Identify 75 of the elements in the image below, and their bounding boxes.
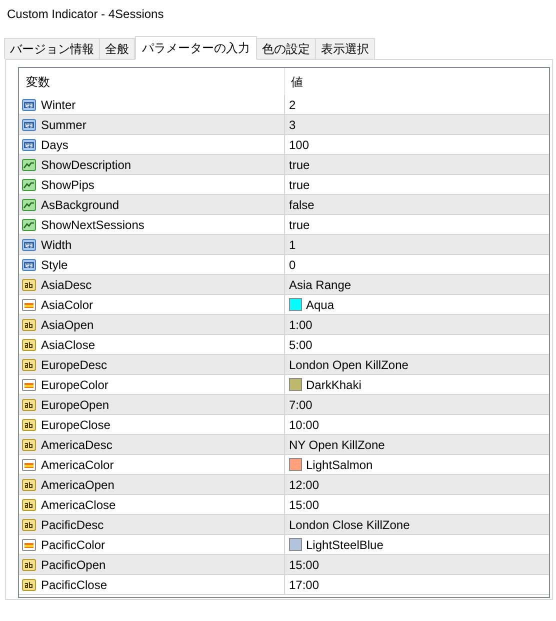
- tab[interactable]: バージョン情報: [4, 38, 100, 59]
- parameter-name: AsBackground: [41, 196, 120, 214]
- text-type-icon: [21, 276, 37, 292]
- tab[interactable]: 全般: [99, 38, 135, 59]
- number-type-icon: [21, 236, 37, 252]
- parameter-value[interactable]: 10:00: [289, 416, 320, 434]
- parameter-name: Winter: [41, 96, 76, 114]
- parameter-value[interactable]: 15:00: [289, 496, 320, 514]
- parameter-name: AsiaClose: [41, 336, 96, 354]
- window-title: Custom Indicator - 4Sessions: [7, 6, 164, 23]
- parameter-value[interactable]: DarkKhaki: [306, 376, 362, 394]
- text-type-icon: [21, 576, 37, 592]
- parameter-name: AsiaOpen: [41, 316, 94, 334]
- parameter-value[interactable]: 1: [289, 236, 296, 254]
- parameter-name: AmericaColor: [41, 456, 114, 474]
- parameter-name: EuropeClose: [41, 416, 110, 434]
- number-type-icon: [21, 116, 37, 132]
- parameter-value[interactable]: LightSteelBlue: [306, 536, 384, 554]
- tab[interactable]: パラメーターの入力: [135, 36, 257, 60]
- parameter-name: EuropeOpen: [41, 396, 110, 414]
- parameter-name: AmericaClose: [41, 496, 116, 514]
- switch-type-icon: [21, 156, 37, 172]
- column-header[interactable]: 値: [285, 68, 549, 95]
- parameter-value[interactable]: London Open KillZone: [289, 356, 408, 374]
- parameter-value[interactable]: 12:00: [289, 476, 320, 494]
- text-type-icon: [21, 496, 37, 512]
- parameter-name: AsiaDesc: [41, 276, 92, 294]
- parameter-value[interactable]: 3: [289, 116, 296, 134]
- parameter-name: Days: [41, 136, 68, 154]
- parameter-value[interactable]: 7:00: [289, 396, 312, 414]
- parameter-name: ShowPips: [41, 176, 94, 194]
- text-type-icon: [21, 436, 37, 452]
- parameter-value[interactable]: 15:00: [289, 556, 320, 574]
- text-type-icon: [21, 556, 37, 572]
- parameter-name: Style: [41, 256, 68, 274]
- parameter-name: ShowNextSessions: [41, 216, 144, 234]
- tab[interactable]: 表示選択: [315, 38, 375, 59]
- parameter-name: Summer: [41, 116, 86, 134]
- text-type-icon: [21, 516, 37, 532]
- parameter-name: PacificColor: [41, 536, 106, 554]
- parameter-value[interactable]: Aqua: [306, 296, 334, 314]
- parameter-value[interactable]: 100: [289, 136, 310, 154]
- parameter-name: PacificClose: [41, 576, 108, 594]
- parameter-name: AmericaOpen: [41, 476, 114, 494]
- text-type-icon: [21, 396, 37, 412]
- text-type-icon: [21, 416, 37, 432]
- parameter-name: ShowDescription: [41, 156, 132, 174]
- parameter-value[interactable]: NY Open KillZone: [289, 436, 385, 454]
- text-type-icon: [21, 336, 37, 352]
- text-type-icon: [21, 316, 37, 332]
- parameter-value[interactable]: true: [289, 216, 310, 234]
- parameter-value[interactable]: 1:00: [289, 316, 312, 334]
- text-type-icon: [21, 356, 37, 372]
- parameter-value[interactable]: true: [289, 156, 310, 174]
- parameter-value[interactable]: 0: [289, 256, 296, 274]
- parameter-value[interactable]: Asia Range: [289, 276, 352, 294]
- switch-type-icon: [21, 216, 37, 232]
- parameter-name: AmericaDesc: [41, 436, 112, 454]
- parameter-value[interactable]: 17:00: [289, 576, 320, 594]
- parameter-name: PacificOpen: [41, 556, 106, 574]
- parameter-value[interactable]: 5:00: [289, 336, 312, 354]
- parameter-name: AsiaColor: [41, 296, 94, 314]
- switch-type-icon: [21, 176, 37, 192]
- parameter-name: PacificDesc: [41, 516, 104, 534]
- parameter-value[interactable]: London Close KillZone: [289, 516, 410, 534]
- text-type-icon: [21, 476, 37, 492]
- parameter-name: EuropeColor: [41, 376, 108, 394]
- parameter-value[interactable]: true: [289, 176, 310, 194]
- parameter-value[interactable]: false: [289, 196, 314, 214]
- tab[interactable]: 色の設定: [256, 38, 316, 59]
- switch-type-icon: [21, 196, 37, 212]
- parameter-name: EuropeDesc: [41, 356, 108, 374]
- parameter-value[interactable]: 2: [289, 96, 296, 114]
- parameter-name: Width: [41, 236, 72, 254]
- parameter-value[interactable]: LightSalmon: [306, 456, 373, 474]
